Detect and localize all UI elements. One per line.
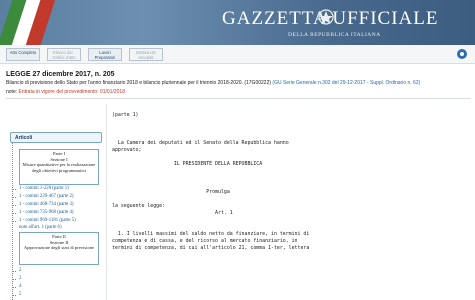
sidebar-section-part1[interactable]: Parte I Sezione I Misure quantitative pe… [19,149,99,185]
law-text-line: IL PRESIDENTE DELLA REPUBBLICA [112,161,263,167]
sidebar-article-3[interactable]: 3 [19,276,21,281]
sidebar-article-2[interactable]: 2 [19,268,21,273]
part1-label: Parte I Sezione I Misure quantitative pe… [22,151,96,173]
part2-label: Parte II Sezione II Approvazione degli s… [23,234,95,251]
tree-branch [12,221,16,223]
sidebar-link-6[interactable]: note all'art. 1 (parte 6) [19,225,62,230]
note-label: note: [6,89,18,95]
law-text-line [112,217,475,224]
header-banner: GAZZETTA UFFICIALE DELLA REPUBBLICA ITAL… [0,0,475,45]
flag-decoration [0,0,60,45]
tab-elenco-grafici: Elenco dei Grafici d'atto [47,48,81,61]
sidebar-article-4[interactable]: 4 [19,284,21,289]
law-title: LEGGE 27 dicembre 2017, n. 205 [6,71,115,78]
law-text-line [112,224,475,231]
toolbar: Atto Completo Elenco dei Grafici d'atto … [0,45,475,64]
law-text-line [112,133,475,140]
law-text-line [112,196,475,203]
gu-reference-link[interactable]: (GU Serie Generale n.302 del 29-12-2017 … [272,80,420,86]
tab-lavori-preparatori[interactable]: Lavori Preparatori [88,48,122,61]
tab-atto-completo[interactable]: Atto Completo [6,48,40,61]
law-text-line: (parte 1) [112,112,139,118]
tree-branch [12,295,16,297]
tree-branch [12,189,16,191]
sidebar-link-5[interactable]: 1 - commi 969-1181 (parte 5) [19,218,76,223]
divider [6,98,471,99]
law-text-line [112,126,475,133]
sidebar-article-5[interactable]: 5 [19,292,21,297]
law-text-line: termini di competenza, di cui all'artico… [112,245,310,251]
tab-direttiva-ue: Dettiva UE recepita [129,48,163,61]
tree-branch [12,287,16,289]
law-text-line: la seguente legge: [112,203,165,209]
law-text-line: 1. I livelli massimi del saldo netto da … [112,231,310,237]
tree-branch [12,213,16,215]
sidebar-link-4[interactable]: 1 - commi 735-968 (parte 4) [19,210,73,215]
tree-branch [12,279,16,281]
sidebar-heading[interactable]: Articoli [10,132,102,143]
globe-icon[interactable] [457,49,467,59]
law-text-line [112,119,475,126]
law-text: (parte 1) La Camera dei deputati ed il S… [112,112,475,300]
law-text-line: approvato; [112,147,142,153]
sidebar-link-1[interactable]: 1 - commi 1-228 (parte 1) [19,186,69,191]
law-text-line: Promulga [112,189,230,195]
law-description: Bilancio di previsione dello Stato per l… [6,80,471,86]
law-text-line [112,154,475,161]
emblem-icon [318,9,334,25]
law-description-text: Bilancio di previsione dello Stato per l… [6,80,272,86]
law-note: note: Entrata in vigore del provvediment… [6,89,125,95]
sidebar-section-part2[interactable]: Parte II Sezione II Approvazione degli s… [19,232,99,265]
law-text-line: La Camera dei deputati ed il Senato dell… [112,140,289,146]
note-value: Entrata in vigore del provvedimento: 01/… [18,89,125,95]
law-text-line [112,175,475,182]
sidebar-link-3[interactable]: 1 - commi 468-734 (parte 3) [19,202,73,207]
law-text-line [112,168,475,175]
law-text-line [112,182,475,189]
law-text-line: competenza e di cassa, e del ricorso al … [112,238,298,244]
tree-branch [12,205,16,207]
tree-branch [12,197,16,199]
brand-subtitle: DELLA REPUBBLICA ITALIANA [288,32,381,38]
law-text-line: Art. 1 [112,210,233,216]
content-divider [106,104,107,300]
sidebar-link-2[interactable]: 1 - commi 229-467 (parte 2) [19,194,73,199]
tree-branch [12,271,16,273]
